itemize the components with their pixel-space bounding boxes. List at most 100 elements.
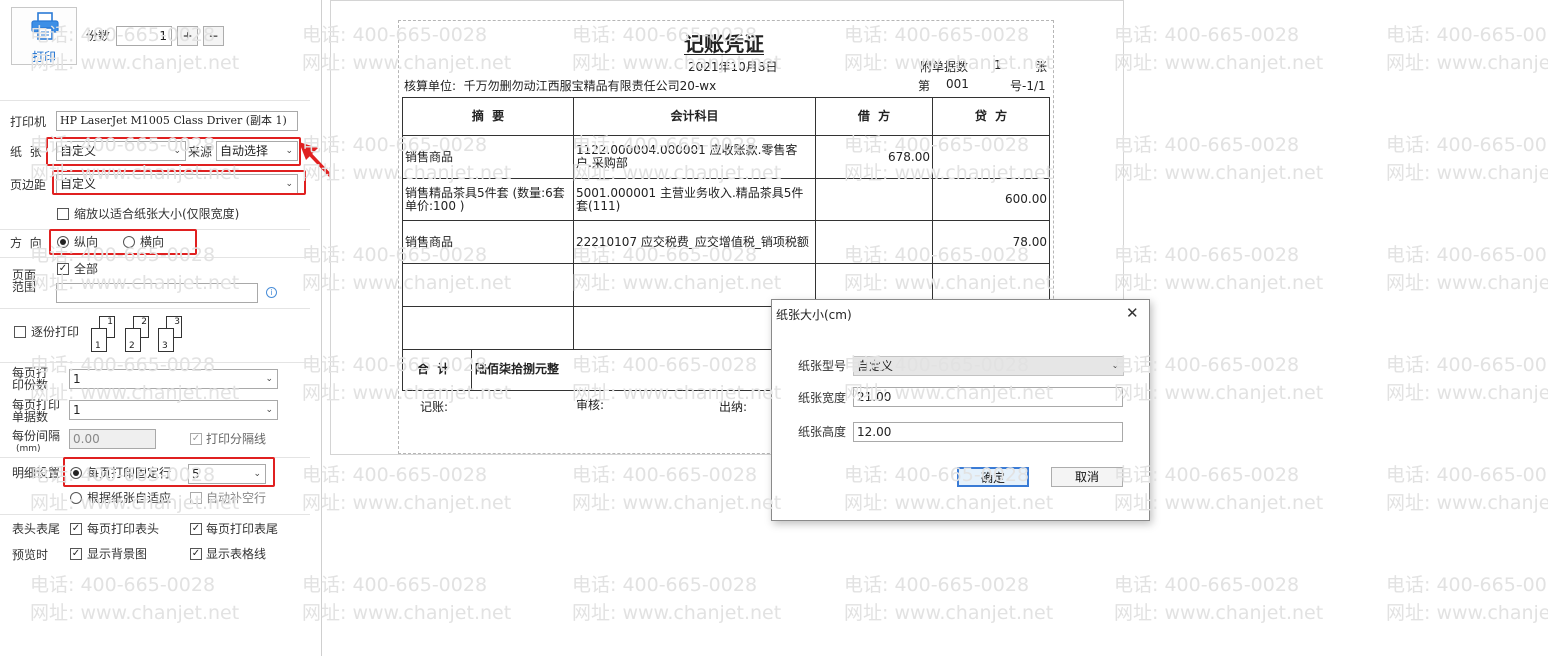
ok-label: 确定 [980,471,1005,485]
print-footer-label: 每页打印表尾 [206,522,279,536]
show-grid-checkbox[interactable]: ✓ [190,548,202,560]
show-bg-checkbox[interactable]: ✓ [70,548,82,560]
paper-type-select[interactable]: 自定义 ⌄ [853,356,1124,376]
watermark-phone: 电话: 400-665-0028 [1386,464,1548,486]
gap-value: 0.00 [73,432,100,446]
auto-fill-label: 自动补空行 [206,491,267,505]
auto-fill-checkbox[interactable] [190,492,202,504]
show-bg-label: 显示背景图 [87,547,148,561]
voucher-no: 001 [946,77,969,91]
company-name: 核算单位: 千万勿删勿动江西服宝精品有限责任公司20-wx [404,79,717,93]
total-label: 合 计 [417,362,450,376]
copies-input[interactable]: 1 [116,26,172,46]
watermark-phone: 电话: 400-665-0028 [1386,134,1548,156]
row-account: 1122.000004.000001 应收账款.零售客户.采购部 [573,135,816,179]
table-row: 销售商品 22210107 应交税费_应交增值税_销项税额 78.00 [402,220,1050,264]
page-range-input[interactable] [56,283,258,303]
close-icon[interactable]: ✕ [1126,304,1139,322]
watermark-site: 网址: www.chanjet.net [1114,162,1324,184]
auto-fit-label: 根据纸张自适应 [87,491,172,505]
separator [0,257,310,258]
cancel-label: 取消 [1074,470,1099,484]
print-footer-checkbox[interactable]: ✓ [190,523,202,535]
copies-value: 1 [159,29,167,43]
ok-button[interactable]: 确定 [957,467,1029,487]
printer-select[interactable]: HP LaserJet M1005 Class Driver (副本 1) [56,111,298,131]
separator [0,514,310,515]
auto-fit-radio[interactable] [70,492,82,504]
watermark-site: 网址: www.chanjet.net [1386,492,1548,514]
header-summary: 摘 要 [402,97,574,136]
per-page-vouchers-value: 1 [73,403,81,417]
voucher-no-prefix: 第 [918,79,931,93]
printer-label: 打印机 [10,115,47,129]
watermark-phone: 电话: 400-665-0028 [1114,134,1300,156]
watermark-phone: 电话: 400-665-0028 [1114,244,1300,266]
header-credit: 贷 方 [932,97,1050,136]
attach-unit: 张 [1035,60,1048,74]
gap-input[interactable]: 0.00 [69,429,156,449]
copies-minus-button[interactable]: − [203,26,224,46]
paper-type-value: 自定义 [857,359,894,373]
per-page-vouchers-select[interactable]: 1 ⌄ [69,400,278,420]
print-separator-checkbox[interactable]: ✓ [190,433,202,445]
total-divider [471,350,472,391]
per-page-copies-select[interactable]: 1 ⌄ [69,369,278,389]
gap-label-2: (mm) [16,444,41,454]
gap-label: 每份间隔 [12,429,61,443]
chevron-down-icon: ⌄ [265,405,273,415]
print-header-checkbox[interactable]: ✓ [70,523,82,535]
info-icon[interactable]: i [266,287,277,298]
all-pages-checkbox[interactable]: ✓ [57,263,69,275]
detail-label: 明细设置 [12,466,61,480]
watermark-phone: 电话: 400-665-0028 [302,464,488,486]
watermark-phone: 电话: 400-665-0028 [1386,244,1548,266]
row-account: 22210107 应交税费_应交增值税_销项税额 [573,220,816,264]
scale-checkbox[interactable] [57,208,69,220]
watermark-site: 网址: www.chanjet.net [572,602,782,624]
paper-height-value: 12.00 [857,425,892,439]
watermark-phone: 电话: 400-665-0028 [1386,574,1548,596]
watermark-phone: 电话: 400-665-0028 [1386,354,1548,376]
separator [0,308,310,309]
watermark-site: 网址: www.chanjet.net [1114,602,1324,624]
margin-label: 页边距 [10,178,47,192]
watermark-site: 网址: www.chanjet.net [1386,162,1548,184]
watermark-phone: 电话: 400-665-0028 [1114,574,1300,596]
print-header-label: 每页打印表头 [87,522,160,536]
direction-label: 方 向 [10,236,42,250]
total-amount-text: 陆佰柒拾捌元整 [475,362,560,376]
attach-label: 附单据数 [920,60,969,74]
row-credit: 78.00 [932,220,1050,264]
paper-size-dialog: 纸张大小(cm) ✕ 纸张型号 自定义 ⌄ 纸张宽度 21.00 纸张高度 12.… [771,299,1150,521]
watermark-phone: 电话: 400-665-0028 [572,464,758,486]
bookkeeper-label: 记账: [420,400,449,414]
collate-checkbox[interactable] [14,326,26,338]
watermark-site: 网址: www.chanjet.net [844,602,1054,624]
preview-label: 预览时 [12,548,49,562]
chevron-down-icon: ⌄ [1111,361,1119,371]
per-page-copies-label-2: 印份数 [12,378,49,392]
row-summary: 销售商品 [402,220,574,264]
copies-plus-button[interactable]: + [177,26,198,46]
paper-height-input[interactable]: 12.00 [853,422,1123,442]
cancel-button[interactable]: 取消 [1051,467,1123,487]
header-account: 会计科目 [573,97,816,136]
paper-width-input[interactable]: 21.00 [853,387,1123,407]
row-summary: 销售精品茶具5件套 (数量:6套 单价:100 ) [402,178,574,221]
attach-count: 1 [994,58,1002,72]
table-header-row: 摘 要 会计科目 借 方 贷 方 [402,97,1050,136]
cashier-label: 出纳: [719,400,748,414]
print-settings-panel: 打印 份数 1 + − 打印机 HP LaserJet M1005 Class … [0,0,322,656]
highlight-box [52,170,306,195]
row-debit [815,178,933,221]
watermark-phone: 电话: 400-665-0028 [1386,24,1548,46]
print-button[interactable]: 打印 [11,7,77,65]
paper-label: 纸 张 [10,145,42,159]
row-account: 5001.000001 主营业务收入.精品茶具5件套(111) [573,178,816,221]
watermark-site: 网址: www.chanjet.net [1386,272,1548,294]
collate-label: 逐份打印 [31,325,80,339]
highlight-box [49,229,197,255]
header-footer-label: 表头表尾 [12,522,61,536]
watermark-site: 网址: www.chanjet.net [302,602,512,624]
